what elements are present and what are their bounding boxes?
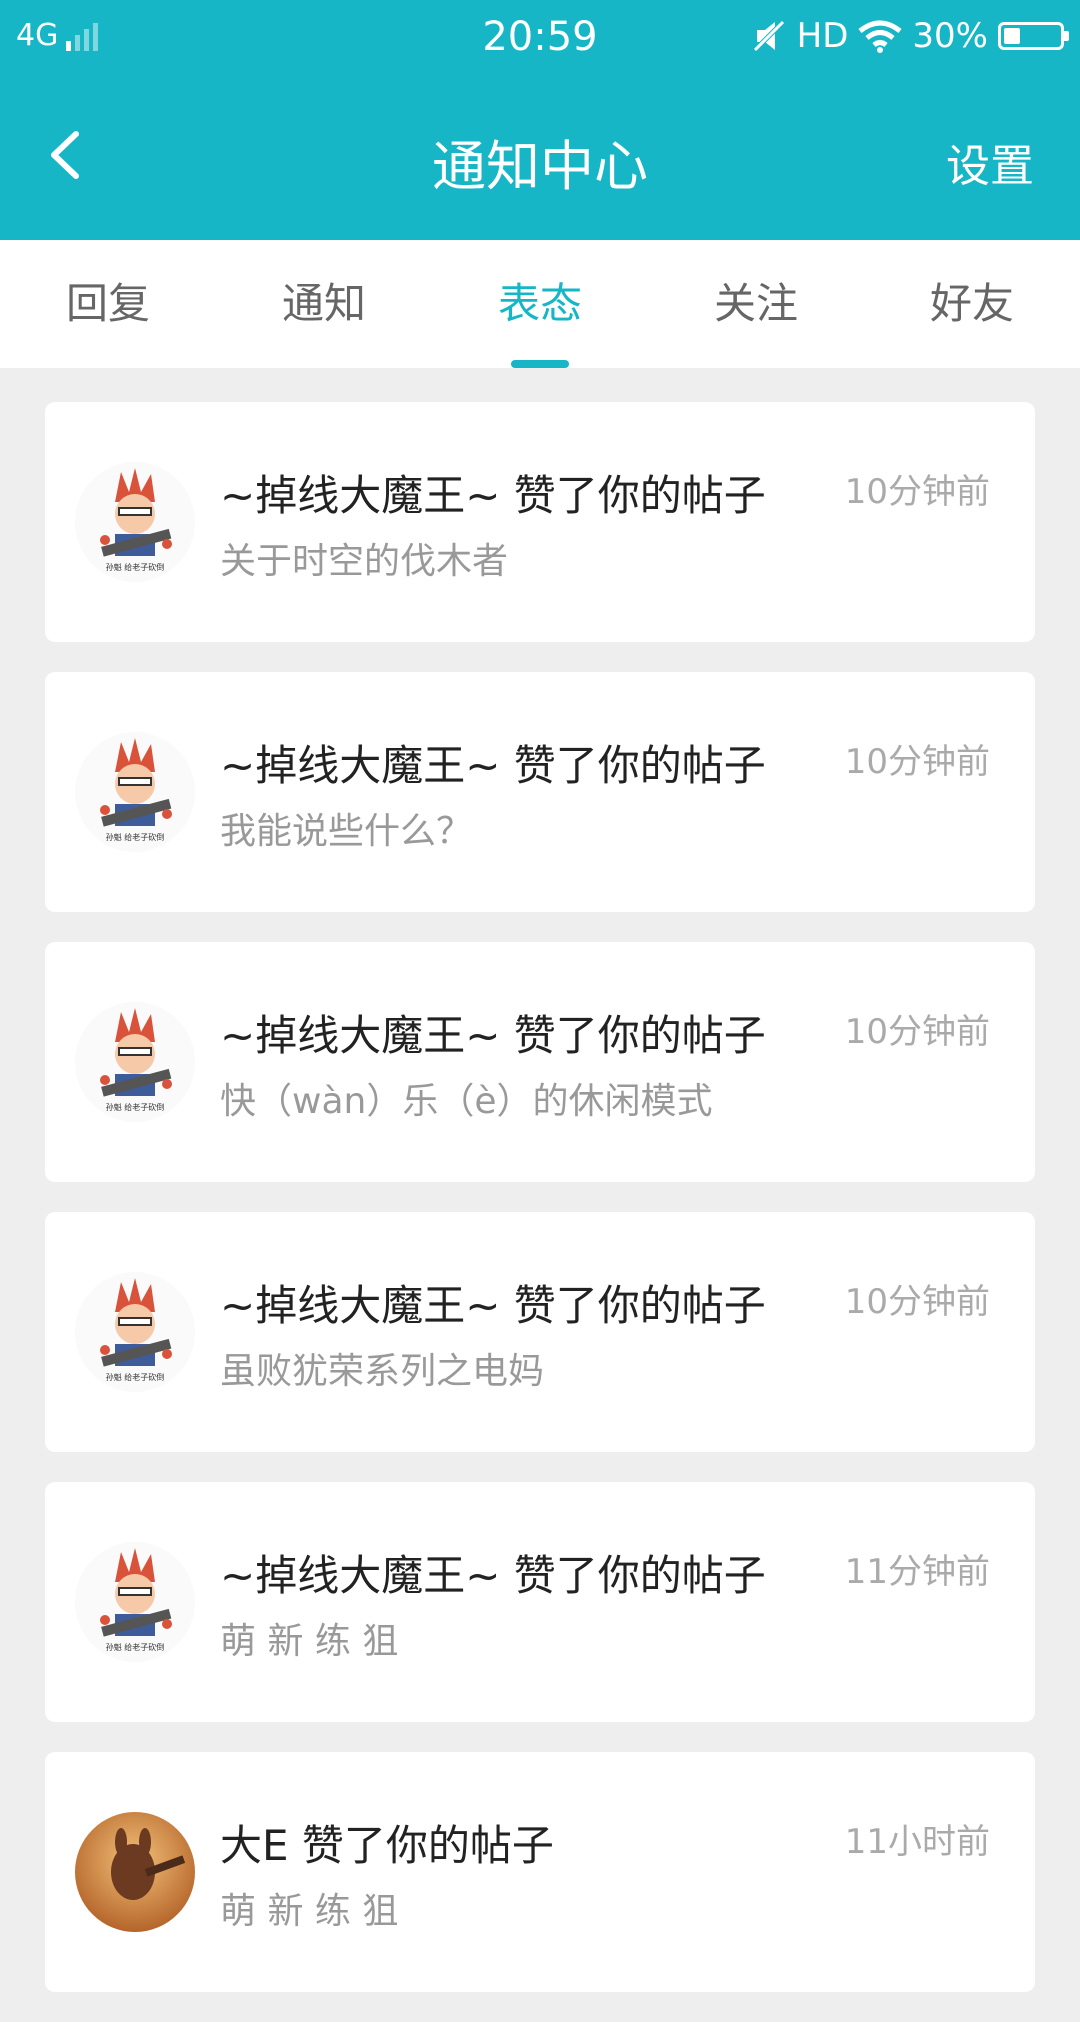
settings-button[interactable]: 设置 bbox=[946, 130, 1034, 194]
title-bar: 通知中心 设置 bbox=[0, 76, 1080, 240]
battery-percent: 30% bbox=[912, 16, 988, 56]
mute-vibrate-icon bbox=[752, 20, 785, 52]
hd-label: HD bbox=[796, 16, 849, 56]
tab-label: 回复 bbox=[65, 279, 150, 328]
notification-title: 大E 赞了你的帖子 bbox=[220, 1821, 554, 1870]
avatar[interactable]: 孙魁 给老子砍倒 bbox=[75, 1272, 195, 1392]
timestamp: 11小时前 bbox=[844, 1822, 990, 1862]
avatar[interactable]: 孙魁 给老子砍倒 bbox=[75, 1002, 195, 1122]
svg-text:孙魁 给老子砍倒: 孙魁 给老子砍倒 bbox=[106, 1642, 165, 1652]
avatar[interactable] bbox=[75, 1812, 195, 1932]
svg-text:孙魁 给老子砍倒: 孙魁 给老子砍倒 bbox=[106, 1372, 165, 1382]
page-title: 通知中心 bbox=[432, 135, 648, 198]
svg-text:孙魁 给老子砍倒: 孙魁 给老子砍倒 bbox=[106, 562, 165, 572]
notification-card[interactable]: 孙魁 给老子砍倒 ~掉线大魔王~ 赞了你的帖子 快（wàn）乐（è）的休闲模式 … bbox=[45, 942, 1035, 1182]
cartoon-warrior-icon: 孙魁 给老子砍倒 bbox=[100, 1008, 172, 1112]
notification-title: ~掉线大魔王~ 赞了你的帖子 bbox=[220, 741, 766, 790]
avatar[interactable]: 孙魁 给老子砍倒 bbox=[75, 1542, 195, 1662]
tab-label: 好友 bbox=[929, 279, 1014, 328]
svg-text:孙魁 给老子砍倒: 孙魁 给老子砍倒 bbox=[106, 1102, 165, 1112]
svg-text:孙魁 给老子砍倒: 孙魁 给老子砍倒 bbox=[106, 832, 165, 842]
timestamp: 11分钟前 bbox=[844, 1552, 990, 1592]
cartoon-warrior-icon: 孙魁 给老子砍倒 bbox=[100, 1548, 172, 1652]
post-title: 我能说些什么？ bbox=[220, 811, 473, 852]
avatar[interactable]: 孙魁 给老子砍倒 bbox=[75, 732, 195, 852]
notification-card[interactable]: 孙魁 给老子砍倒 ~掉线大魔王~ 赞了你的帖子 虽败犹荣系列之电妈 10分钟前 bbox=[45, 1212, 1035, 1452]
active-tab-indicator bbox=[511, 360, 569, 368]
tab-label: 表态 bbox=[497, 279, 582, 328]
notification-title: ~掉线大魔王~ 赞了你的帖子 bbox=[220, 1281, 766, 1330]
notification-card[interactable]: 孙魁 给老子砍倒 ~掉线大魔王~ 赞了你的帖子 萌 新 练 狙 11分钟前 bbox=[45, 1482, 1035, 1722]
cartoon-warrior-icon: 孙魁 给老子砍倒 bbox=[100, 468, 172, 572]
post-title: 快（wàn）乐（è）的休闲模式 bbox=[220, 1081, 713, 1122]
notification-list: 孙魁 给老子砍倒 ~掉线大魔王~ 赞了你的帖子 关于时空的伐木者 10分钟前 孙… bbox=[45, 402, 1035, 2022]
cartoon-warrior-icon: 孙魁 给老子砍倒 bbox=[100, 738, 172, 842]
cartoon-warrior-icon: 孙魁 给老子砍倒 bbox=[100, 1278, 172, 1382]
notification-title: ~掉线大魔王~ 赞了你的帖子 bbox=[220, 1011, 766, 1060]
tab-label: 关注 bbox=[713, 279, 798, 328]
timestamp: 10分钟前 bbox=[844, 1012, 990, 1052]
post-title: 虽败犹荣系列之电妈 bbox=[220, 1351, 545, 1392]
tab-label: 通知 bbox=[281, 279, 366, 328]
notification-title: ~掉线大魔王~ 赞了你的帖子 bbox=[220, 471, 766, 520]
tab-bar: 回复 通知 表态 关注 好友 bbox=[0, 240, 1080, 368]
timestamp: 10分钟前 bbox=[844, 1282, 990, 1322]
wifi-icon bbox=[858, 20, 902, 53]
notification-card[interactable]: 孙魁 给老子砍倒 ~掉线大魔王~ 赞了你的帖子 我能说些什么？ 10分钟前 bbox=[45, 672, 1035, 912]
game-character-photo-icon bbox=[75, 1812, 195, 1932]
notification-title: ~掉线大魔王~ 赞了你的帖子 bbox=[220, 1551, 766, 1600]
status-icons: HD 30% bbox=[751, 16, 1069, 56]
battery-level bbox=[1004, 28, 1020, 44]
notification-card[interactable]: 孙魁 给老子砍倒 ~掉线大魔王~ 赞了你的帖子 关于时空的伐木者 10分钟前 bbox=[45, 402, 1035, 642]
timestamp: 10分钟前 bbox=[844, 472, 990, 512]
avatar[interactable]: 孙魁 给老子砍倒 bbox=[75, 462, 195, 582]
notification-card[interactable]: 大E 赞了你的帖子 萌 新 练 狙 11小时前 bbox=[45, 1752, 1035, 1992]
tab-reactions[interactable]: 表态 bbox=[432, 240, 648, 368]
status-bar: 4G 20:59 HD 30% bbox=[0, 0, 1080, 76]
tab-notice[interactable]: 通知 bbox=[216, 240, 432, 368]
tab-reply[interactable]: 回复 bbox=[0, 240, 216, 368]
timestamp: 10分钟前 bbox=[844, 742, 990, 782]
battery-icon bbox=[998, 22, 1069, 50]
post-title: 萌 新 练 狙 bbox=[220, 1891, 399, 1932]
post-title: 萌 新 练 狙 bbox=[220, 1621, 399, 1662]
tab-follow[interactable]: 关注 bbox=[648, 240, 864, 368]
tab-friends[interactable]: 好友 bbox=[864, 240, 1080, 368]
post-title: 关于时空的伐木者 bbox=[220, 541, 509, 582]
